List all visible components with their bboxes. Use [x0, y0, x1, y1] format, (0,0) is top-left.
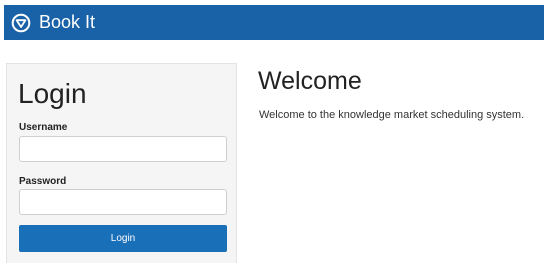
- password-input[interactable]: [19, 189, 227, 215]
- username-label: Username: [19, 122, 68, 133]
- app-title[interactable]: Book It: [39, 5, 95, 40]
- welcome-message: Welcome to the knowledge market scheduli…: [259, 109, 525, 121]
- welcome-heading: Welcome: [258, 67, 362, 95]
- login-heading: Login: [18, 78, 87, 109]
- top-navbar: Book It: [4, 5, 544, 40]
- login-button[interactable]: Login: [19, 225, 227, 252]
- password-label: Password: [19, 176, 67, 187]
- chevron-down-circle-icon: [11, 13, 31, 33]
- username-input[interactable]: [19, 136, 227, 162]
- login-panel: Login Username Password Login: [6, 63, 237, 263]
